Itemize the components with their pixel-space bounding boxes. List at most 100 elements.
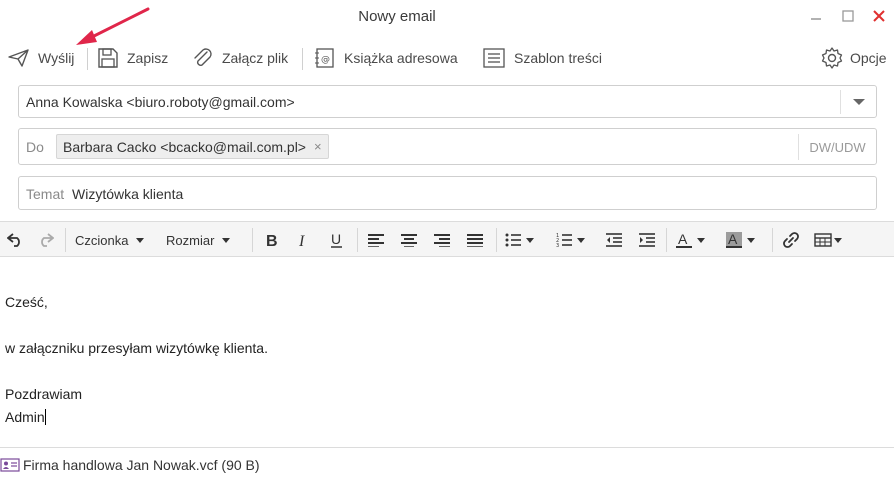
message-line: Admin — [5, 409, 45, 425]
remove-recipient-icon[interactable]: × — [314, 139, 322, 154]
underline-button[interactable]: U — [326, 228, 348, 252]
save-label: Zapisz — [127, 50, 169, 66]
align-right-icon — [434, 234, 450, 247]
maximize-button[interactable] — [836, 6, 860, 26]
caret-down-icon — [697, 237, 705, 243]
attachment-name: Firma handlowa Jan Nowak.vcf (90 B) — [23, 457, 260, 473]
font-family-dropdown[interactable]: Czcionka — [75, 228, 145, 252]
address-book-icon: @ — [315, 48, 334, 68]
caret-down-icon — [577, 237, 585, 243]
insert-link-button[interactable] — [780, 228, 802, 252]
format-divider — [252, 228, 253, 252]
close-button[interactable] — [867, 6, 891, 26]
font-size-dropdown[interactable]: Rozmiar — [166, 228, 231, 252]
subject-label: Temat — [26, 186, 65, 202]
svg-text:I: I — [298, 233, 305, 248]
bullet-list-icon — [505, 233, 521, 247]
paperclip-icon — [194, 48, 212, 66]
attachment-item[interactable]: Firma handlowa Jan Nowak.vcf (90 B) — [0, 457, 260, 473]
attach-file-button[interactable]: Załącz plik — [192, 46, 288, 70]
format-divider — [666, 228, 667, 252]
redo-button[interactable] — [35, 228, 57, 252]
message-line: w załączniku przesyłam wizytówkę klienta… — [5, 340, 268, 356]
svg-text:A: A — [678, 231, 688, 247]
numbered-list-icon: 123 — [556, 233, 572, 248]
font-family-label: Czcionka — [75, 232, 129, 248]
align-left-button[interactable] — [365, 228, 387, 252]
from-select[interactable]: Anna Kowalska <biuro.roboty@gmail.com> — [18, 85, 877, 118]
align-justify-icon — [467, 234, 483, 247]
caret-down-icon — [136, 237, 145, 243]
align-left-icon — [368, 234, 384, 247]
outdent-button[interactable] — [603, 228, 625, 252]
svg-text:A: A — [728, 231, 738, 247]
align-center-button[interactable] — [398, 228, 420, 252]
gear-icon — [821, 47, 843, 69]
undo-button[interactable] — [4, 228, 26, 252]
address-book-button[interactable]: @ Książka adresowa — [314, 46, 458, 70]
recipient-chip[interactable]: Barbara Cacko <bcacko@mail.com.pl> × — [56, 134, 329, 159]
format-divider — [357, 228, 358, 252]
options-button[interactable]: Opcje — [820, 46, 887, 70]
redo-icon — [41, 233, 54, 247]
to-field[interactable]: Do Barbara Cacko <bcacko@mail.com.pl> × … — [18, 128, 877, 165]
from-dropdown-button[interactable] — [840, 90, 876, 114]
message-line: Pozdrawiam — [5, 386, 83, 402]
minimize-button[interactable] — [804, 6, 828, 26]
template-icon — [483, 48, 505, 68]
close-icon — [873, 10, 885, 22]
toolbar-divider — [302, 48, 303, 70]
bold-button[interactable]: B — [261, 228, 283, 252]
send-button[interactable]: Wyślij — [8, 46, 74, 70]
recipient-address: Barbara Cacko <bcacko@mail.com.pl> — [63, 138, 306, 155]
italic-button[interactable]: I — [293, 228, 315, 252]
message-line: Cześć, — [5, 294, 48, 310]
text-color-button[interactable]: A — [676, 228, 705, 252]
italic-icon: I — [298, 233, 305, 248]
attachments-bar: Firma handlowa Jan Nowak.vcf (90 B) — [0, 447, 894, 494]
minimize-icon — [811, 18, 821, 20]
format-divider — [496, 228, 497, 252]
format-divider — [772, 228, 773, 252]
window-title: Nowy email — [358, 8, 436, 25]
svg-text:3: 3 — [556, 243, 559, 248]
address-book-label: Książka adresowa — [344, 50, 458, 66]
caret-down-icon — [747, 237, 755, 243]
chevron-down-icon — [852, 99, 865, 105]
caret-down-icon — [222, 237, 231, 243]
attach-file-label: Załącz plik — [222, 50, 289, 66]
subject-value: Wizytówka klienta — [72, 186, 184, 202]
main-toolbar: Wyślij Zapisz Załącz plik @ Książka adre… — [0, 40, 894, 76]
bullet-list-button[interactable] — [505, 228, 534, 252]
undo-icon — [7, 233, 20, 247]
subject-field[interactable]: Temat Wizytówka klienta — [18, 176, 877, 210]
outdent-icon — [606, 233, 622, 247]
bold-icon: B — [266, 233, 278, 248]
insert-table-button[interactable] — [814, 228, 842, 252]
background-color-button[interactable]: A — [726, 228, 755, 252]
caret-down-icon — [834, 237, 842, 243]
save-button[interactable]: Zapisz — [97, 46, 168, 70]
maximize-icon — [842, 10, 854, 22]
from-value: Anna Kowalska <biuro.roboty@gmail.com> — [26, 94, 295, 110]
link-icon — [783, 232, 799, 248]
numbered-list-button[interactable]: 123 — [556, 228, 585, 252]
table-icon — [814, 233, 832, 247]
message-editor[interactable]: Cześć, w załączniku przesyłam wizytówkę … — [0, 258, 894, 446]
format-divider — [65, 228, 66, 252]
indent-icon — [639, 233, 655, 247]
toolbar-divider — [87, 48, 88, 70]
content-template-button[interactable]: Szablon treści — [482, 46, 602, 70]
svg-text:B: B — [266, 233, 278, 248]
align-right-button[interactable] — [431, 228, 453, 252]
title-bar: Nowy email — [0, 0, 894, 34]
font-size-label: Rozmiar — [166, 232, 215, 248]
svg-text:U: U — [331, 231, 341, 247]
justify-button[interactable] — [464, 228, 486, 252]
caret-down-icon — [526, 237, 534, 243]
indent-button[interactable] — [636, 228, 658, 252]
cc-bcc-button[interactable]: DW/UDW — [798, 134, 876, 160]
send-label: Wyślij — [38, 50, 75, 66]
save-icon — [98, 48, 118, 68]
highlight-color-icon: A — [726, 231, 742, 248]
